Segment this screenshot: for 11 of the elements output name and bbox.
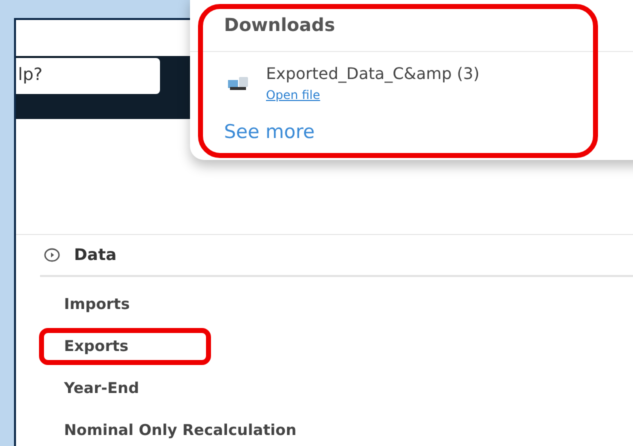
see-more-link[interactable]: See more [190,118,315,146]
menu-item[interactable]: Imports [42,289,152,320]
file-name: Exported_Data_C&amp (3) [266,63,480,85]
menu-item[interactable]: Year-End [42,373,162,404]
popup-title: Downloads [224,15,336,36]
open-file-link[interactable]: Open file [266,86,320,104]
menu-item[interactable]: Nominal Only Recalculation [42,415,318,446]
play-circle-icon [44,248,60,262]
section-title: Data [74,244,117,266]
search-field[interactable]: lp? [16,58,160,94]
menu-item[interactable]: Exports [42,331,208,362]
